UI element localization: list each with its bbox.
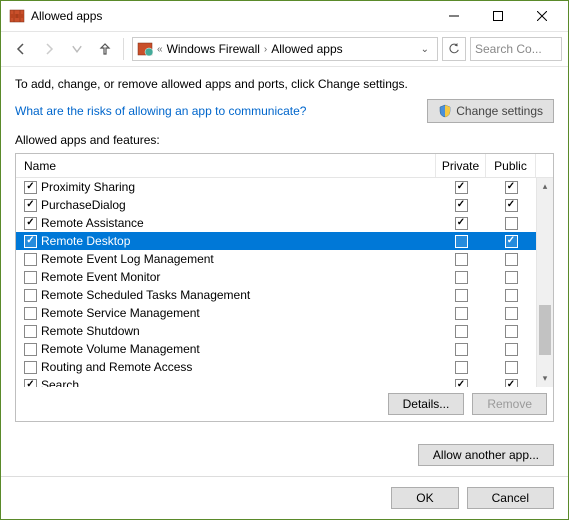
window-title: Allowed apps (31, 9, 432, 23)
public-checkbox[interactable] (505, 361, 518, 374)
chevron-icon: « (157, 44, 163, 55)
allowed-checkbox[interactable] (24, 379, 37, 388)
instruction-text: To add, change, or remove allowed apps a… (15, 77, 554, 91)
separator (123, 38, 124, 60)
private-checkbox[interactable] (455, 379, 468, 388)
scrollbar[interactable]: ▴ ▾ (536, 178, 553, 387)
app-name: Remote Volume Management (41, 342, 200, 356)
public-checkbox[interactable] (505, 343, 518, 356)
allowed-checkbox[interactable] (24, 361, 37, 374)
chevron-right-icon: › (264, 44, 267, 55)
private-checkbox[interactable] (455, 181, 468, 194)
scroll-up-icon[interactable]: ▴ (537, 178, 553, 195)
close-button[interactable] (520, 2, 564, 31)
table-row[interactable]: Remote Event Log Management (16, 250, 536, 268)
allowed-checkbox[interactable] (24, 199, 37, 212)
app-name: Remote Assistance (41, 216, 144, 230)
public-checkbox[interactable] (505, 217, 518, 230)
table-row[interactable]: Remote Service Management (16, 304, 536, 322)
change-settings-button[interactable]: Change settings (427, 99, 554, 123)
table-row[interactable]: Remote Desktop (16, 232, 536, 250)
table-row[interactable]: Remote Scheduled Tasks Management (16, 286, 536, 304)
recent-dropdown[interactable] (63, 35, 91, 63)
private-checkbox[interactable] (455, 217, 468, 230)
minimize-button[interactable] (432, 2, 476, 31)
private-checkbox[interactable] (455, 325, 468, 338)
breadcrumb[interactable]: Windows Firewall (167, 42, 260, 56)
allowed-checkbox[interactable] (24, 235, 37, 248)
public-checkbox[interactable] (505, 325, 518, 338)
ok-button[interactable]: OK (391, 487, 458, 509)
app-name: Remote Shutdown (41, 324, 140, 338)
app-name: Proximity Sharing (41, 180, 135, 194)
details-button[interactable]: Details... (388, 393, 465, 415)
public-checkbox[interactable] (505, 235, 518, 248)
app-name: Remote Event Log Management (41, 252, 214, 266)
app-name: Remote Service Management (41, 306, 200, 320)
private-checkbox[interactable] (455, 307, 468, 320)
remove-button[interactable]: Remove (472, 393, 547, 415)
public-checkbox[interactable] (505, 253, 518, 266)
allowed-checkbox[interactable] (24, 343, 37, 356)
app-name: Remote Desktop (41, 234, 130, 248)
address-dropdown[interactable]: ⌄ (417, 44, 433, 55)
risks-link[interactable]: What are the risks of allowing an app to… (15, 104, 427, 118)
search-input[interactable]: Search Co... (470, 37, 562, 61)
table-row[interactable]: Search (16, 376, 536, 387)
app-name: Remote Scheduled Tasks Management (41, 288, 250, 302)
private-checkbox[interactable] (455, 253, 468, 266)
scroll-thumb[interactable] (539, 305, 551, 355)
apps-list: Name Private Public Proximity Sharing Pur… (15, 153, 554, 422)
private-checkbox[interactable] (455, 235, 468, 248)
firewall-icon (137, 41, 153, 57)
breadcrumb[interactable]: Allowed apps (271, 42, 342, 56)
column-header-public[interactable]: Public (486, 154, 536, 177)
cancel-button[interactable]: Cancel (467, 487, 554, 509)
private-checkbox[interactable] (455, 289, 468, 302)
table-row[interactable]: PurchaseDialog (16, 196, 536, 214)
allowed-checkbox[interactable] (24, 271, 37, 284)
allowed-checkbox[interactable] (24, 253, 37, 266)
table-row[interactable]: Remote Event Monitor (16, 268, 536, 286)
firewall-icon (9, 8, 25, 24)
allow-another-app-button[interactable]: Allow another app... (418, 444, 554, 466)
group-label: Allowed apps and features: (15, 133, 554, 147)
forward-button[interactable] (35, 35, 63, 63)
public-checkbox[interactable] (505, 199, 518, 212)
address-bar[interactable]: « Windows Firewall › Allowed apps ⌄ (132, 37, 438, 61)
up-button[interactable] (91, 35, 119, 63)
change-settings-label: Change settings (456, 104, 543, 118)
back-button[interactable] (7, 35, 35, 63)
app-name: Routing and Remote Access (41, 360, 192, 374)
private-checkbox[interactable] (455, 361, 468, 374)
public-checkbox[interactable] (505, 379, 518, 388)
column-header-name[interactable]: Name (16, 154, 436, 177)
shield-icon (438, 104, 452, 118)
allowed-checkbox[interactable] (24, 325, 37, 338)
column-header-private[interactable]: Private (436, 154, 486, 177)
public-checkbox[interactable] (505, 289, 518, 302)
refresh-button[interactable] (442, 37, 466, 61)
app-name: Search (41, 378, 79, 387)
table-row[interactable]: Routing and Remote Access (16, 358, 536, 376)
table-row[interactable]: Remote Shutdown (16, 322, 536, 340)
table-row[interactable]: Remote Volume Management (16, 340, 536, 358)
private-checkbox[interactable] (455, 199, 468, 212)
public-checkbox[interactable] (505, 307, 518, 320)
public-checkbox[interactable] (505, 271, 518, 284)
app-name: PurchaseDialog (41, 198, 126, 212)
public-checkbox[interactable] (505, 181, 518, 194)
private-checkbox[interactable] (455, 343, 468, 356)
table-row[interactable]: Remote Assistance (16, 214, 536, 232)
maximize-button[interactable] (476, 2, 520, 31)
table-row[interactable]: Proximity Sharing (16, 178, 536, 196)
app-name: Remote Event Monitor (41, 270, 160, 284)
allowed-checkbox[interactable] (24, 289, 37, 302)
private-checkbox[interactable] (455, 271, 468, 284)
allowed-checkbox[interactable] (24, 181, 37, 194)
allowed-checkbox[interactable] (24, 217, 37, 230)
allowed-checkbox[interactable] (24, 307, 37, 320)
scroll-down-icon[interactable]: ▾ (537, 370, 553, 387)
